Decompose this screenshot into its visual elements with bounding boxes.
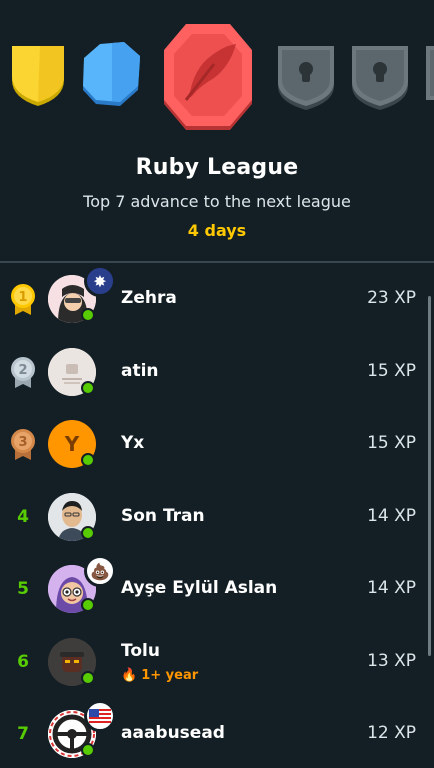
user-xp: 14 XP [367, 506, 416, 526]
user-name: Yx [121, 433, 145, 453]
gold-medal-icon: 1 [11, 284, 35, 315]
rank-number: 3 [18, 435, 27, 450]
league-time-left: 4 days [187, 221, 247, 240]
gold-league-badge-icon [12, 46, 64, 106]
league-subtitle: Top 7 advance to the next league [83, 192, 351, 211]
user-xp: 15 XP [367, 433, 416, 453]
user-name: Zehra [121, 288, 177, 308]
league-badges [12, 24, 434, 130]
user-name: Ayşe Eylül Aslan [121, 578, 278, 598]
rank-number-cell: 6 [6, 644, 40, 680]
online-indicator [81, 308, 95, 322]
silver-medal-icon: 2 [11, 357, 35, 388]
rank-number-cell: 5 [6, 571, 40, 607]
rank-number: 6 [17, 652, 29, 672]
leaderboard-row[interactable]: 1 ✸ Zehra 23 XP [0, 263, 434, 335]
bronze-medal-icon: 3 [11, 429, 35, 460]
flair-badge: 💩 [84, 555, 116, 587]
online-indicator [81, 743, 95, 757]
rank-number: 2 [18, 363, 27, 378]
user-name: Son Tran [121, 506, 205, 526]
rank-number: 1 [18, 290, 27, 305]
online-indicator [81, 453, 95, 467]
user-xp: 14 XP [367, 578, 416, 598]
avatar-letter: Y [64, 432, 80, 456]
online-indicator [81, 598, 95, 612]
flame-icon: 🔥 [121, 668, 138, 683]
online-indicator [81, 526, 95, 540]
leaderboard-row[interactable]: 7 aaabusead 12 XP [0, 698, 434, 768]
leaderboard-row[interactable]: 4 Son Tran 14 XP [0, 481, 434, 553]
league-title: Ruby League [135, 155, 299, 180]
streak-label: 🔥 1+ year [121, 668, 198, 683]
user-name: aaabusead [121, 723, 225, 743]
user-xp: 15 XP [367, 361, 416, 381]
rank-number: 7 [17, 724, 29, 744]
user-xp: 23 XP [367, 288, 416, 308]
user-xp: 12 XP [367, 723, 416, 743]
rank-number-cell: 7 [6, 716, 40, 752]
rank-number: 4 [17, 507, 29, 527]
us-flag-icon [89, 709, 111, 723]
locked-league-badge-icon [426, 46, 434, 100]
online-indicator [81, 671, 95, 685]
streak-text: 1+ year [141, 668, 199, 683]
leaderboard-row[interactable]: 5 💩 Ayşe Eylül Aslan 14 XP [0, 553, 434, 625]
rank-medal: 1 [6, 281, 40, 317]
rank-medal: 3 [6, 426, 40, 462]
locked-league-badge-icon [278, 46, 334, 110]
rank-number: 5 [17, 579, 29, 599]
sparkle-icon: ✸ [93, 271, 107, 291]
user-xp: 13 XP [367, 651, 416, 671]
online-indicator [81, 381, 95, 395]
flair-badge [84, 700, 116, 732]
leaderboard-row[interactable]: 3 Y Yx 15 XP [0, 408, 434, 480]
locked-league-badge-icon [352, 46, 408, 110]
flair-badge: ✸ [84, 265, 116, 297]
scrollbar[interactable] [428, 296, 431, 656]
poop-emoji-icon: 💩 [90, 561, 110, 581]
leaderboard-list: 1 ✸ Zehra 23 XP 2 atin 15 XP 3 Y Yx 15 X… [0, 263, 434, 768]
sapphire-league-badge-icon [83, 42, 140, 106]
rank-medal: 2 [6, 354, 40, 390]
leaderboard-row[interactable]: 6 Tolu 🔥 1+ year 13 XP [0, 626, 434, 698]
league-header: Ruby League Top 7 advance to the next le… [0, 0, 434, 262]
ruby-league-badge-icon [164, 24, 252, 130]
leaderboard-row[interactable]: 2 atin 15 XP [0, 336, 434, 408]
user-name: atin [121, 361, 159, 381]
user-name: Tolu [121, 641, 160, 661]
rank-number-cell: 4 [6, 499, 40, 535]
